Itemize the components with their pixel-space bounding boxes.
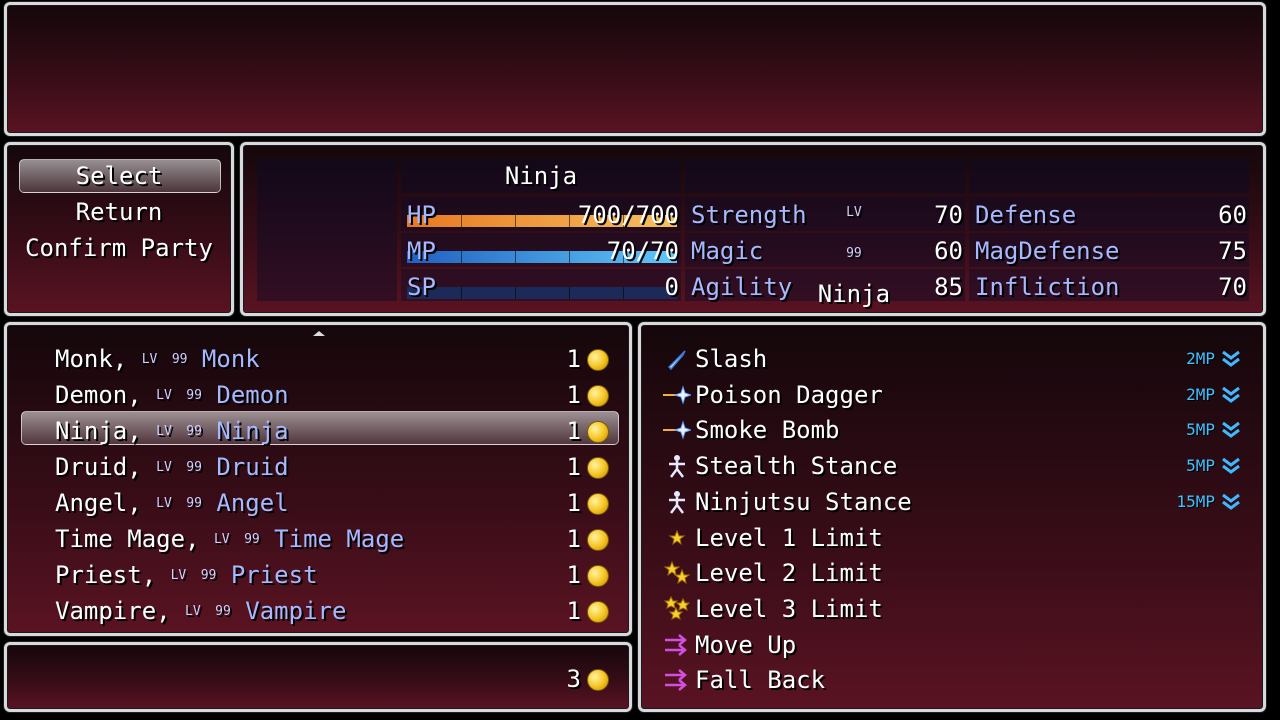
coin-icon <box>587 601 609 623</box>
skill-name: Move Up <box>695 630 797 659</box>
skill-name: Fall Back <box>695 666 826 695</box>
skills-window: Slash 2MP Poison Dagger 2MP Smoke Bomb 5MP Ste… <box>638 322 1266 712</box>
blank-cell <box>969 159 1249 193</box>
skill-name: Level 2 Limit <box>695 559 883 588</box>
command-select[interactable]: Select <box>7 158 231 194</box>
party-list-item[interactable]: Ninja, LV 99 Ninja 1 <box>21 413 619 449</box>
skill-list-item[interactable]: Move Up <box>655 627 1253 663</box>
skill-name: Ninjutsu Stance <box>695 487 912 516</box>
actor-name: Ninja <box>504 162 578 190</box>
command-window: Select Return Confirm Party <box>4 142 234 316</box>
skill-name: Level 3 Limit <box>695 594 883 623</box>
party-list-item[interactable]: Druid, LV 99 Druid 1 <box>21 449 619 485</box>
total-window: 3 <box>4 642 632 712</box>
skill-list-item[interactable]: Stealth Stance 5MP <box>655 448 1253 484</box>
skill-list-item[interactable]: Poison Dagger 2MP <box>655 377 1253 413</box>
coin-icon <box>587 565 609 587</box>
party-item-cost: 1 <box>566 561 581 589</box>
stance-figure-icon <box>663 452 691 480</box>
party-item-cost: 1 <box>566 525 581 553</box>
param-infliction-value: 70 <box>1218 273 1247 301</box>
mp-cost-icon <box>1221 493 1241 511</box>
skill-list-item[interactable]: Level 1 Limit <box>655 520 1253 556</box>
skill-list-item[interactable]: Slash 2MP <box>655 341 1253 377</box>
skill-name: Level 1 Limit <box>695 523 883 552</box>
thrown-star-icon <box>663 416 693 444</box>
party-item-cost: 1 <box>566 417 581 445</box>
arrows-right-icon <box>663 666 691 694</box>
skill-mp-cost: 2MP <box>1186 384 1215 404</box>
party-list-item[interactable]: Time Mage, LV 99 Time Mage 1 <box>21 521 619 557</box>
party-item-cost: 1 <box>566 453 581 481</box>
arrows-right-icon <box>663 631 691 659</box>
party-list-window: Monk, LV 99 Monk 1 Demon, LV 99 Demon 1 Ninj… <box>4 322 632 636</box>
skill-name: Smoke Bomb <box>695 416 840 445</box>
mp-cost-icon <box>1221 421 1241 439</box>
skill-list-item[interactable]: Level 3 Limit <box>655 591 1253 627</box>
skill-name: Poison Dagger <box>695 380 883 409</box>
party-list-item[interactable]: Priest, LV 99 Priest 1 <box>21 557 619 593</box>
coin-icon <box>587 421 609 443</box>
party-list-item[interactable]: Demon, LV 99 Demon 1 <box>21 377 619 413</box>
party-list-item[interactable]: Angel, LV 99 Angel 1 <box>21 485 619 521</box>
party-item-cost: 1 <box>566 597 581 625</box>
sp-value: 0 <box>664 273 679 301</box>
skill-mp-cost: 15MP <box>1176 491 1215 511</box>
coin-icon <box>587 493 609 515</box>
coin-icon <box>587 457 609 479</box>
param-magdefense-value: 75 <box>1218 237 1247 265</box>
skill-list-item[interactable]: Fall Back <box>655 662 1253 698</box>
skill-list-item[interactable]: Smoke Bomb 5MP <box>655 412 1253 448</box>
command-confirm-party[interactable]: Confirm Party <box>7 230 231 266</box>
help-window <box>4 2 1266 136</box>
skill-name: Slash <box>695 345 768 373</box>
portrait-cell <box>257 159 397 301</box>
skill-mp-cost: 5MP <box>1186 420 1215 440</box>
command-return[interactable]: Return <box>7 194 231 230</box>
mp-cost-icon <box>1221 350 1241 368</box>
param-magic-value: 60 <box>934 237 963 265</box>
param-strength-value: 70 <box>934 201 963 229</box>
scroll-up-arrow[interactable] <box>313 331 325 336</box>
mp-cost-icon <box>1221 457 1241 475</box>
status-window: Ninja LV 99 Ninja HP 700/700 MP 70/70 SP… <box>240 142 1266 316</box>
coin-icon <box>587 669 609 691</box>
param-defense-value: 60 <box>1218 201 1247 229</box>
stance-figure-icon <box>663 488 691 516</box>
total-value: 3 <box>566 665 581 693</box>
skill-mp-cost: 5MP <box>1186 456 1215 476</box>
party-item-cost: 1 <box>566 381 581 409</box>
mp-value: 70/70 <box>606 237 679 265</box>
party-item-cost: 1 <box>566 345 581 373</box>
party-list-item[interactable]: Vampire, LV 99 Vampire 1 <box>21 593 619 629</box>
dagger-icon <box>663 345 691 373</box>
mp-cost-icon <box>1221 386 1241 404</box>
hp-value: 700/700 <box>577 201 679 229</box>
skill-mp-cost: 2MP <box>1186 349 1215 368</box>
skill-list-item[interactable]: Level 2 Limit <box>655 555 1253 591</box>
two-stars-icon <box>663 559 691 587</box>
param-agility-value: 85 <box>934 273 963 301</box>
thrown-star-icon <box>663 381 693 409</box>
coin-icon <box>587 529 609 551</box>
coin-icon <box>587 385 609 407</box>
party-item-cost: 1 <box>566 489 581 517</box>
skill-list-item[interactable]: Ninjutsu Stance 15MP <box>655 484 1253 520</box>
party-list-item[interactable]: Monk, LV 99 Monk 1 <box>21 341 619 377</box>
skill-name: Stealth Stance <box>695 452 898 481</box>
three-stars-icon <box>663 595 691 623</box>
one-star-icon <box>663 524 691 552</box>
coin-icon <box>587 349 609 371</box>
